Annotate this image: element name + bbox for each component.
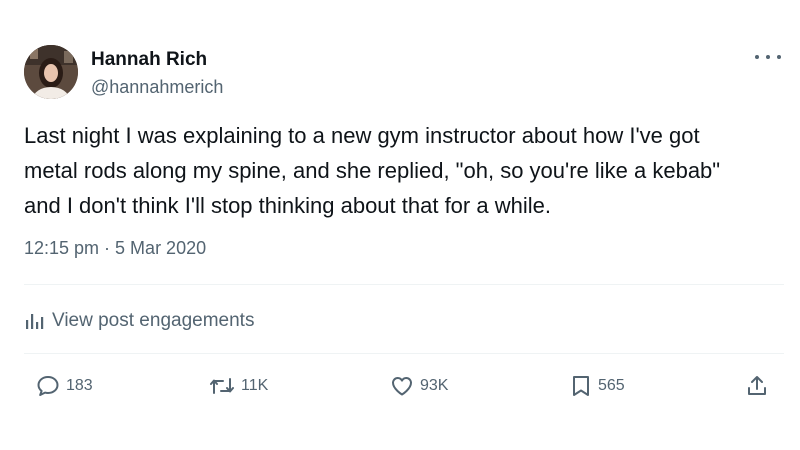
- tweet-text-line: metal rods along my spine, and she repli…: [24, 158, 721, 183]
- like-count: 93K: [420, 377, 449, 394]
- tweet-card: Hannah Rich @hannahmerich Last night I w…: [0, 0, 800, 450]
- repost-icon: [209, 374, 235, 398]
- view-engagements-label: View post engagements: [52, 310, 255, 331]
- like-icon: [390, 374, 414, 398]
- divider: [24, 353, 784, 354]
- more-icon[interactable]: [755, 49, 781, 65]
- bookmark-count: 565: [598, 377, 625, 394]
- tweet-text: Last night I was explaining to a new gym…: [24, 118, 784, 223]
- divider: [24, 284, 784, 285]
- reply-icon: [36, 374, 60, 398]
- repost-button[interactable]: 11K: [209, 371, 268, 401]
- like-button[interactable]: 93K: [390, 371, 448, 401]
- user-handle[interactable]: @hannahmerich: [91, 75, 223, 99]
- bookmark-button[interactable]: 565: [570, 371, 625, 401]
- tweet-text-line: and I don't think I'll stop thinking abo…: [24, 193, 551, 218]
- share-icon: [745, 374, 769, 398]
- view-engagements-button[interactable]: View post engagements: [24, 307, 254, 335]
- analytics-icon: [24, 311, 44, 331]
- bookmark-icon: [570, 374, 592, 398]
- avatar[interactable]: [24, 45, 78, 99]
- display-name[interactable]: Hannah Rich: [91, 48, 207, 72]
- repost-count: 11K: [241, 377, 269, 394]
- reply-count: 183: [66, 377, 93, 394]
- reply-button[interactable]: 183: [36, 371, 93, 401]
- timestamp[interactable]: 12:15 pm · 5 Mar 2020: [24, 236, 206, 260]
- tweet-text-line: Last night I was explaining to a new gym…: [24, 123, 700, 148]
- share-button[interactable]: [745, 371, 769, 401]
